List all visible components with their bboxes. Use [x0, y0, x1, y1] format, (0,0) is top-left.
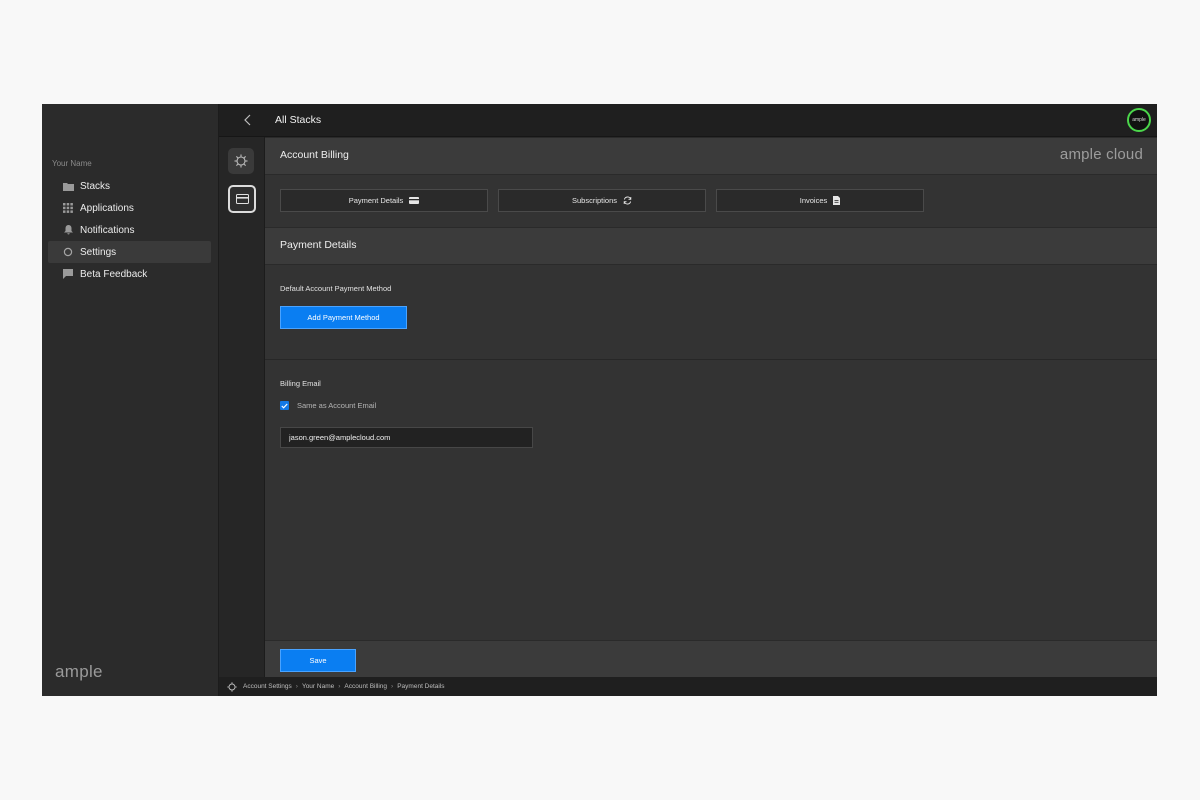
payment-details-header: Payment Details	[265, 227, 1157, 265]
breadcrumb-item[interactable]: Your Name	[302, 683, 334, 690]
account-billing-header: Account Billing ample cloud	[265, 137, 1157, 175]
add-payment-method-button[interactable]: Add Payment Method	[280, 306, 407, 329]
sidebar-item-beta-feedback[interactable]: Beta Feedback	[48, 263, 211, 285]
card-icon	[409, 197, 420, 204]
tab-label: Payment Details	[348, 196, 404, 205]
gear-icon	[62, 246, 74, 258]
breadcrumb-item[interactable]: Account Settings	[243, 683, 292, 690]
tab-label: Invoices	[799, 196, 828, 205]
sidebar: Your Name Stacks Applications Notificati…	[42, 104, 219, 696]
save-button[interactable]: Save	[280, 649, 356, 672]
default-payment-method-label: Default Account Payment Method	[280, 284, 392, 293]
avatar[interactable]: ample	[1127, 108, 1151, 132]
tab-payment-details[interactable]: Payment Details	[280, 189, 488, 212]
sidebar-item-stacks[interactable]: Stacks	[48, 175, 211, 197]
gear-icon	[227, 681, 237, 692]
sidebar-item-label: Settings	[80, 246, 117, 258]
breadcrumb-item[interactable]: Account Billing	[344, 683, 387, 690]
main-content: Account Billing ample cloud Payment Deta…	[265, 137, 1157, 677]
gear-icon	[234, 154, 248, 168]
top-bar: All Stacks ample	[219, 104, 1157, 137]
sidebar-item-settings[interactable]: Settings	[48, 241, 211, 263]
sidebar-item-applications[interactable]: Applications	[48, 197, 211, 219]
same-as-account-email-label: Same as Account Email	[297, 401, 377, 410]
user-name: Your Name	[52, 159, 92, 168]
ample-cloud-logo: ample cloud	[1059, 146, 1143, 163]
billing-email-label: Billing Email	[280, 379, 321, 388]
bell-icon	[62, 224, 74, 236]
folder-icon	[62, 180, 74, 192]
page-title: All Stacks	[275, 114, 322, 126]
tab-invoices[interactable]: Invoices	[716, 189, 924, 212]
app-window: Your Name Stacks Applications Notificati…	[42, 104, 1157, 696]
sidebar-nav: Stacks Applications Notifications Settin…	[48, 175, 211, 285]
chevron-right-icon: ›	[391, 683, 394, 690]
rail-billing-button[interactable]	[228, 185, 256, 213]
sidebar-item-label: Applications	[80, 202, 134, 214]
tab-label: Subscriptions	[571, 196, 618, 205]
save-bar: Save	[265, 640, 1157, 678]
sidebar-item-notifications[interactable]: Notifications	[48, 219, 211, 241]
document-icon	[833, 196, 841, 205]
grid-icon	[62, 202, 74, 214]
checkmark-icon	[281, 403, 288, 409]
icon-rail	[219, 137, 265, 677]
breadcrumb: Account Settings › Your Name › Account B…	[219, 677, 1157, 696]
sidebar-item-label: Notifications	[80, 224, 135, 236]
breadcrumb-item[interactable]: Payment Details	[397, 683, 444, 690]
refresh-icon	[623, 196, 632, 205]
section-title: Account Billing	[280, 149, 349, 161]
tab-subscriptions[interactable]: Subscriptions	[498, 189, 706, 212]
back-button[interactable]	[241, 113, 255, 127]
same-as-account-email-checkbox[interactable]	[280, 401, 289, 410]
brand-logo: ample	[55, 662, 103, 681]
chevron-right-icon: ›	[338, 683, 341, 690]
chat-icon	[62, 268, 74, 280]
sidebar-item-label: Beta Feedback	[80, 268, 148, 280]
chevron-right-icon: ›	[295, 683, 298, 690]
card-icon	[235, 194, 249, 204]
billing-email-field[interactable]	[280, 427, 533, 448]
divider	[265, 359, 1157, 360]
section-title: Payment Details	[280, 239, 357, 251]
chevron-left-icon	[244, 114, 251, 126]
rail-settings-button[interactable]	[228, 148, 254, 174]
sidebar-item-label: Stacks	[80, 180, 111, 192]
